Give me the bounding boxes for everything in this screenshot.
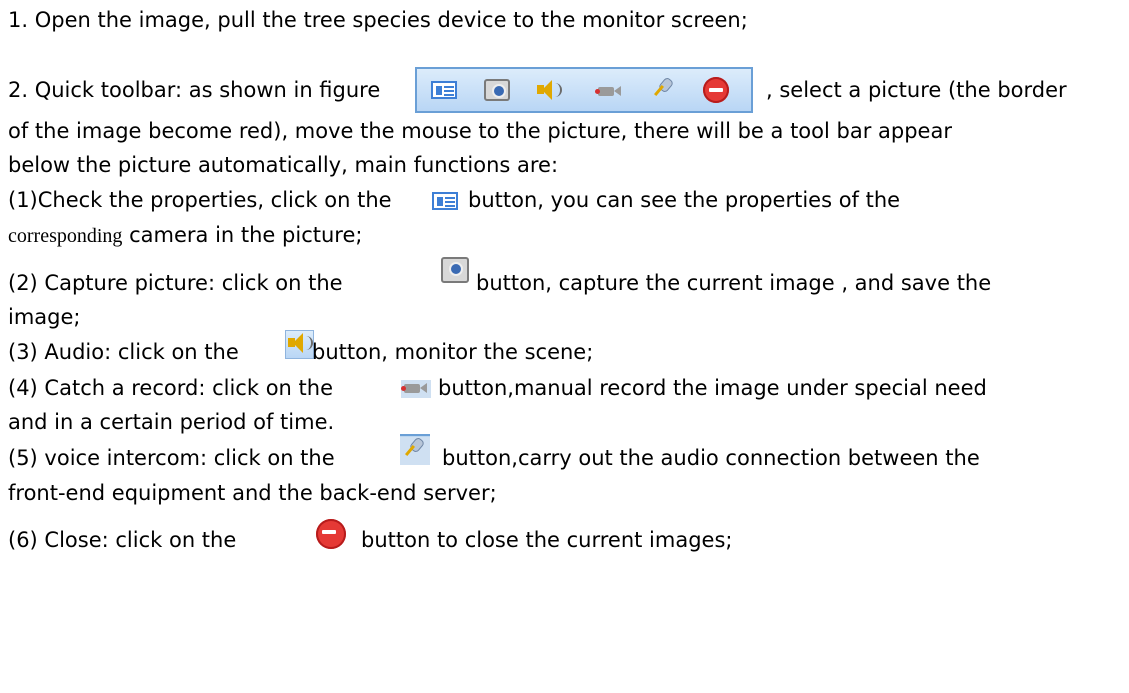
step-2-1-line-2: corresponding camera in the picture; [8, 223, 363, 247]
properties-icon [432, 192, 458, 210]
step-2-5-text-start: (5) voice intercom: click on the [8, 446, 335, 470]
step-2-text-start: 2. Quick toolbar: as shown in figure [8, 78, 381, 102]
step-2-1-text-start: (1)Check the properties, click on the [8, 188, 392, 212]
step-2-4-text-start: (4) Catch a record: click on the [8, 376, 333, 400]
step-2-3-text-start: (3) Audio: click on the [8, 340, 239, 364]
quick-toolbar-figure [415, 67, 753, 113]
camera-icon [484, 79, 510, 101]
step-1-text: 1. Open the image, pull the tree species… [8, 8, 748, 32]
step-2-2-text-start: (2) Capture picture: click on the [8, 271, 343, 295]
step-2-3-text-end: button, monitor the scene; [312, 340, 594, 364]
speaker-icon [285, 330, 314, 359]
step-2-4-text-end: button,manual record the image under spe… [438, 376, 987, 400]
step-2-5-line-2: front-end equipment and the back-end ser… [8, 481, 497, 505]
step-2-5-text-end: button,carry out the audio connection be… [442, 446, 980, 470]
properties-icon [431, 81, 457, 99]
camera-icon [441, 257, 469, 283]
microphone-icon [400, 437, 430, 465]
step-2-line-4: below the picture automatically, main fu… [8, 153, 559, 177]
step-2-2-line-2: image; [8, 305, 81, 329]
video-record-icon [401, 380, 431, 398]
step-2-line-3: of the image become red), move the mouse… [8, 119, 952, 143]
step-2-6-text-end: button to close the current images; [361, 528, 733, 552]
video-record-icon [595, 83, 623, 99]
close-icon [703, 77, 729, 103]
speaker-icon [535, 78, 562, 102]
microphone-icon [649, 77, 675, 103]
step-2-text-end: , select a picture (the border [766, 78, 1067, 102]
step-2-4-line-2: and in a certain period of time. [8, 410, 335, 434]
step-2-1-text-end: button, you can see the properties of th… [468, 188, 901, 212]
close-icon [316, 519, 346, 549]
step-2-6-text-start: (6) Close: click on the [8, 528, 237, 552]
step-2-2-text-end: button, capture the current image , and … [476, 271, 992, 295]
